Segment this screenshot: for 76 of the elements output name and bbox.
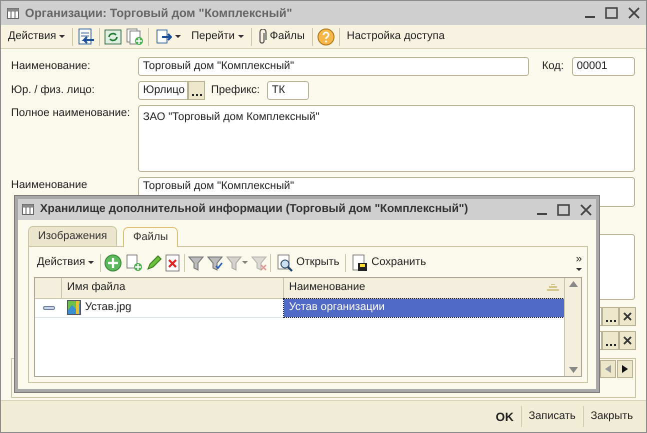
filter-icon[interactable] [188,254,204,270]
full-name-field[interactable]: ЗАО "Торговый дом Комплексный" [138,105,635,172]
field-label: Полное наименование: [11,106,132,121]
filter-check-icon[interactable] [207,254,224,270]
clear-button[interactable] [619,331,636,350]
document-arrow-icon [156,28,172,44]
up-arrow-icon [568,280,578,286]
window-icon [22,204,34,215]
tab[interactable]: Изображения [28,226,118,246]
ellipsis-icon [192,91,202,96]
clear-icon [623,312,632,321]
image-file-icon [67,300,81,315]
refresh-icon[interactable] [104,28,122,46]
save-button[interactable]: Сохранить [349,252,430,272]
field-label: Код: [542,59,564,74]
footer-button[interactable]: Закрыть [582,406,640,427]
files-button[interactable]: Файлы [256,27,308,46]
actions-menu[interactable]: Действия [34,253,98,272]
left-arrow-icon [605,365,611,373]
column-header[interactable]: Наименование [284,278,564,298]
caret-icon [242,261,248,264]
select-button[interactable] [602,331,620,350]
help-icon[interactable] [316,28,335,46]
sort-icon [547,284,559,292]
filter-icon [226,254,242,270]
actions-menu[interactable]: Действия [5,27,68,46]
access-settings-button[interactable]: Настройка доступа [344,27,448,46]
add-icon[interactable] [104,254,122,272]
ellipsis-icon [606,317,616,322]
close-icon[interactable] [580,204,592,216]
field-label: Префикс: [211,83,260,98]
filter-menu[interactable] [226,254,248,270]
select-button[interactable] [602,307,620,326]
magnifier-document-icon [277,254,294,272]
caret-icon [576,268,582,271]
caret-icon [238,35,244,38]
ellipsis-icon [606,341,616,346]
more-button[interactable]: » [576,254,582,265]
delete-icon[interactable] [165,254,182,272]
maximize-icon[interactable] [605,7,618,19]
maximize-icon[interactable] [557,204,570,216]
field-label: Наименование: [11,59,92,74]
pencil-icon[interactable] [146,254,162,270]
file-name: Устав.jpg [85,300,132,316]
legal-type-field[interactable]: Юрлицо [138,81,188,100]
window-icon [7,8,19,18]
clear-icon [623,336,632,345]
table-cell[interactable]: Устав организации [284,298,564,316]
copy-add-icon[interactable] [125,254,144,272]
row-marker-icon [42,306,54,310]
scroll-right-button[interactable] [617,360,633,378]
tab[interactable]: Файлы [123,227,178,246]
clear-button[interactable] [619,307,636,326]
ok-button[interactable]: OK [488,406,521,428]
copy-add-icon[interactable] [126,28,144,46]
code-field[interactable]: 00001 [572,57,635,76]
save-document-icon [352,254,368,272]
goto-menu[interactable]: Перейти [188,27,247,46]
field-label: Юр. / физ. лицо: [11,83,96,98]
select-button[interactable] [188,81,205,100]
field-label: Наименование [11,178,88,193]
window-title: Организации: Торговый дом "Комплексный" [25,5,292,22]
close-icon[interactable] [628,7,640,19]
scrollbar[interactable] [564,278,581,376]
caret-icon [59,35,66,38]
paperclip-icon [258,29,267,44]
prefix-field[interactable]: ТК [266,81,309,100]
down-arrow-icon [568,367,578,373]
footer-button[interactable]: Записать [520,406,583,427]
open-button[interactable]: Открыть [274,252,342,272]
column-header[interactable]: Имя файла [62,278,284,298]
caret-icon [88,261,94,264]
right-arrow-icon [622,365,628,373]
caret-icon [175,35,182,38]
document-arrow-icon[interactable] [77,28,96,46]
name-field[interactable]: Торговый дом "Комплексный" [138,57,529,76]
